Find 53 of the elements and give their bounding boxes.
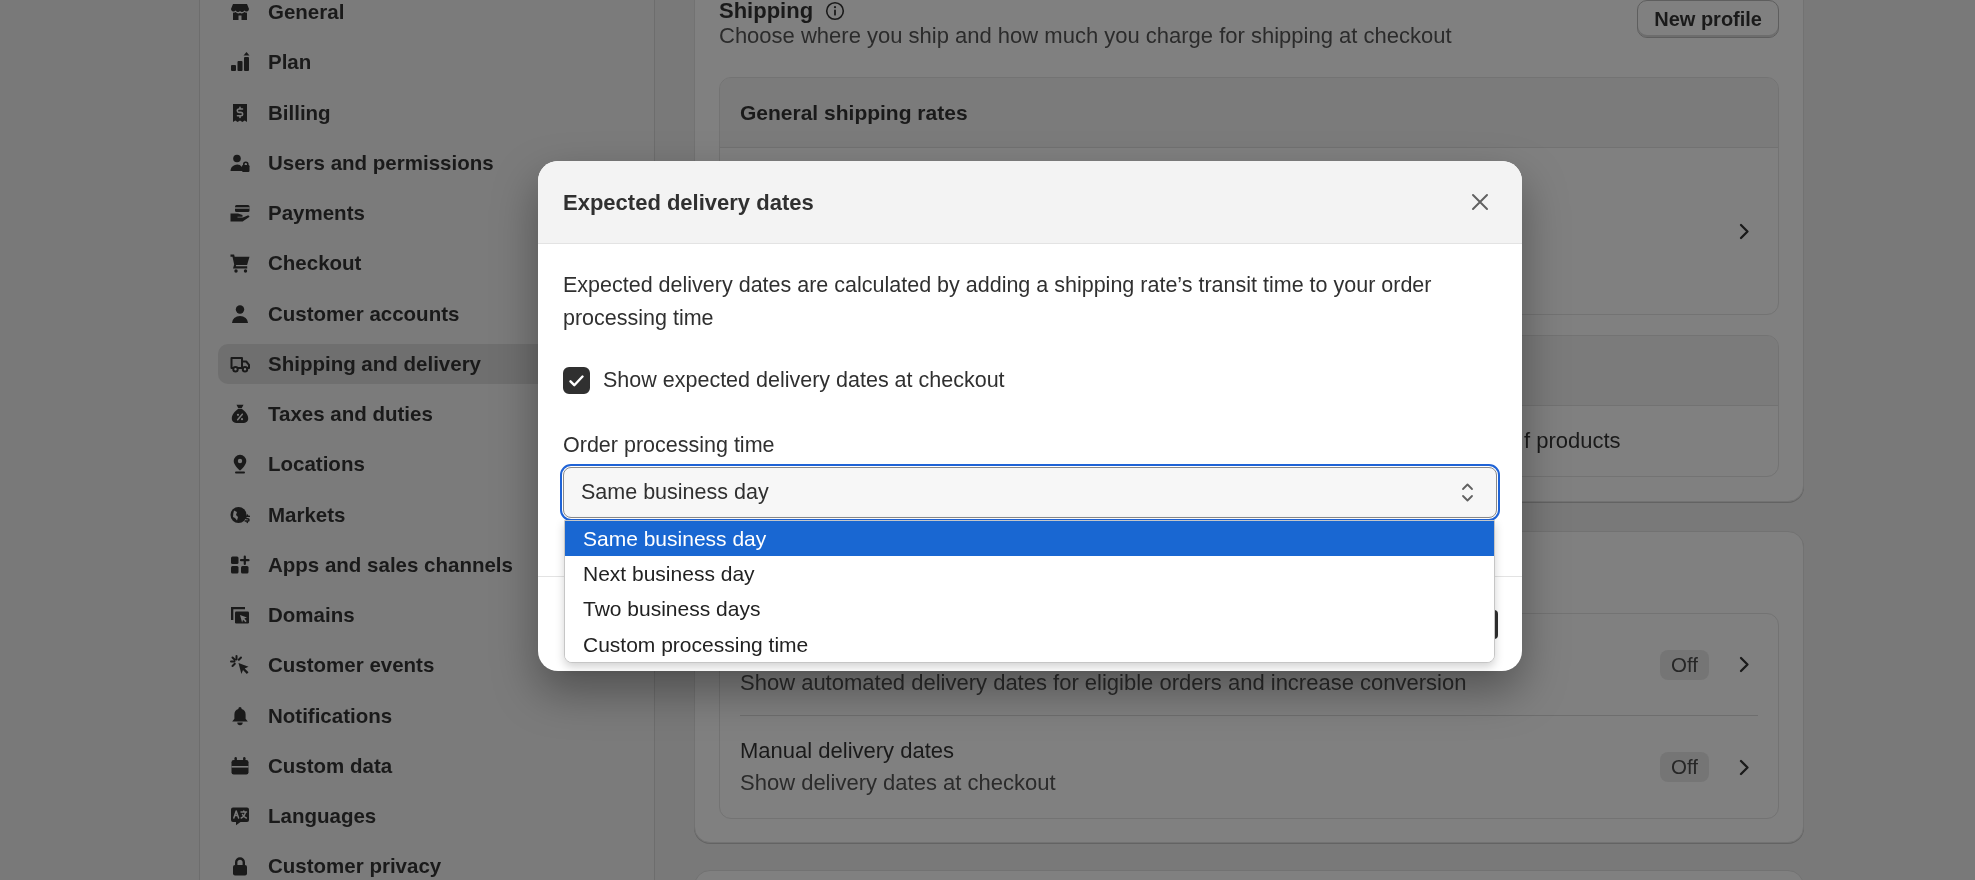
sidebar-item[interactable]: Billing: [218, 92, 636, 133]
button-edge[interactable]: [1494, 609, 1498, 639]
sidebar-item[interactable]: General: [218, 0, 636, 32]
chevron-right-icon: [1739, 656, 1750, 673]
new-profile-button[interactable]: New profile: [1637, 0, 1779, 38]
person-icon: [230, 303, 250, 324]
close-icon: [1471, 193, 1489, 211]
cart-icon: [230, 253, 250, 274]
checkmark-icon: [569, 374, 584, 387]
option-description: Show delivery dates at checkout: [740, 769, 1056, 797]
dropdown-option[interactable]: Same business day: [565, 521, 1494, 557]
modal-title: Expected delivery dates: [563, 188, 814, 217]
sidebar-item[interactable]: Taxes and duties: [218, 394, 636, 434]
chevron-right-icon: [1739, 758, 1750, 776]
field-label: Order processing time: [563, 432, 776, 459]
profile-description: f products: [1524, 427, 1621, 455]
checkbox[interactable]: [563, 367, 590, 394]
section-title: Shipping: [719, 0, 814, 22]
bar-chart-icon: [230, 52, 250, 73]
calendar-icon: [230, 755, 250, 776]
option-description: Show automated delivery dates for eligible orders and increase conversion: [740, 671, 1467, 694]
store-icon: [230, 2, 250, 22]
speech-bubble-icon: [230, 806, 250, 826]
sidebar-item[interactable]: Plan: [218, 42, 636, 83]
sidebar-item[interactable]: Users and permissions: [218, 142, 636, 183]
sidebar-item[interactable]: Notifications: [218, 695, 636, 736]
status-badge: Off: [1660, 649, 1709, 680]
sidebar-item[interactable]: Custom data: [218, 745, 636, 786]
status-badge: Off: [1660, 752, 1709, 782]
money-bag-icon: [230, 404, 250, 424]
card-title: General shipping rates: [740, 99, 968, 126]
select-field[interactable]: Same business day: [563, 467, 1497, 518]
bell-icon: [230, 705, 250, 726]
close-button[interactable]: [1469, 191, 1491, 213]
option-title: Manual delivery dates: [740, 737, 955, 765]
dropdown-option[interactable]: Next business day: [565, 556, 1494, 592]
apps-grid-icon: [230, 554, 250, 575]
dropdown-option[interactable]: Two business days: [565, 591, 1494, 627]
dropdown-option[interactable]: Custom processing time: [565, 626, 1494, 662]
info-icon: [825, 1, 846, 21]
windows-cursor-icon: [230, 605, 250, 625]
sidebar-item[interactable]: Languages: [218, 796, 636, 836]
hand-card-icon: [230, 203, 250, 223]
chevron-up-down-icon: [1461, 482, 1474, 503]
globe-icon: [230, 504, 250, 525]
receipt-icon: [230, 102, 250, 123]
section-description: Choose where you ship and how much you charge for shipping at checkout: [719, 24, 1452, 48]
modal-description: Expected delivery dates are calculated by adding a shipping rate’s transit time to your order processing time: [563, 272, 1433, 332]
lock-icon: [230, 856, 250, 877]
sidebar-item[interactable]: Customer privacy: [218, 846, 636, 880]
chevron-right-icon: [1739, 222, 1750, 240]
cursor-click-icon: [230, 655, 250, 676]
user-lock-icon: [230, 152, 250, 173]
